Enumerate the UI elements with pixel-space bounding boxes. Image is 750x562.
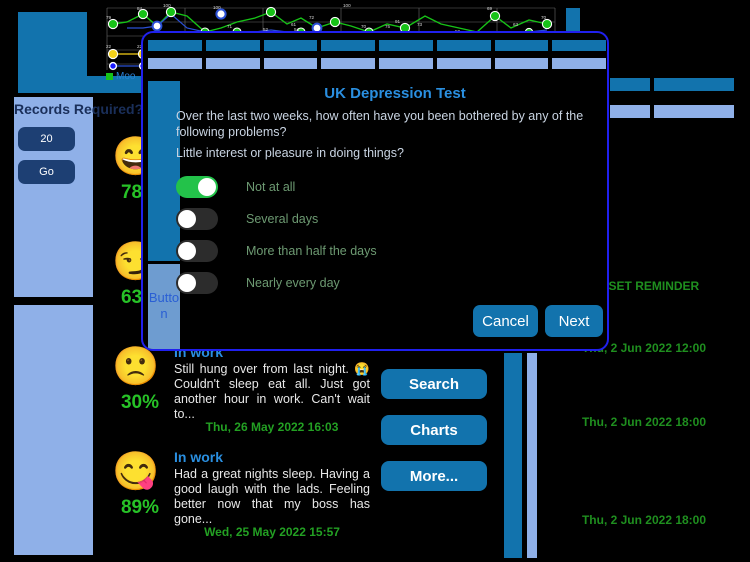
more-button[interactable]: More... — [381, 461, 487, 491]
bar-segment — [205, 40, 260, 51]
bar-segment — [379, 58, 433, 69]
dialog-options-list: Not at all Several days More than half t… — [176, 171, 600, 299]
bar-segment — [263, 58, 318, 69]
record-date: Wed, 25 May 2022 15:57 — [204, 525, 340, 539]
svg-text:79: 79 — [106, 15, 112, 20]
svg-text:84: 84 — [137, 6, 143, 11]
record-body: Had a great nights sleep. Having a good … — [174, 467, 370, 526]
mood-emoji: 🙁 — [112, 346, 160, 388]
svg-text:71: 71 — [227, 24, 233, 29]
svg-text:63: 63 — [513, 22, 519, 27]
bar-segment — [205, 58, 260, 69]
depression-test-dialog: Button UK Depression Test Over the last … — [141, 31, 609, 351]
svg-text:72: 72 — [309, 15, 315, 20]
record-title: In work — [174, 449, 224, 465]
bar-segment — [321, 40, 375, 51]
mood-emoji: 😋 — [112, 451, 160, 493]
bar-segment — [263, 40, 318, 51]
bar-segment — [321, 58, 375, 69]
svg-text:100: 100 — [163, 3, 171, 8]
svg-text:75: 75 — [385, 24, 391, 29]
option-toggle[interactable] — [176, 272, 218, 294]
toggle-knob — [178, 242, 196, 260]
bar-segment — [436, 58, 491, 69]
svg-text:69: 69 — [487, 6, 493, 11]
mood-percent: 30% — [120, 392, 160, 413]
option-label: Not at all — [246, 180, 296, 194]
option-toggle[interactable] — [176, 240, 218, 262]
bar-segment — [379, 40, 433, 51]
option-row[interactable]: Nearly every day — [176, 267, 600, 299]
dialog-intro-text: Over the last two weeks, how often have … — [176, 109, 584, 139]
bar-segment — [148, 40, 202, 51]
option-label: Several days — [246, 212, 319, 226]
bar-segment — [436, 40, 491, 51]
dialog-header-bars — [148, 40, 606, 76]
dialog-bar-row-dark — [148, 40, 606, 51]
alert-when: Thu, 2 Jun 2022 18:00 — [581, 513, 707, 527]
option-row[interactable]: More than half the days — [176, 235, 600, 267]
records-go-button[interactable]: Go — [18, 160, 75, 184]
app-root: 7984 100100 7152 6154 7270 10091 7573 53… — [0, 0, 750, 562]
option-row[interactable]: Several days — [176, 203, 600, 235]
dialog-title: UK Depression Test — [324, 85, 466, 102]
bar-segment — [494, 58, 549, 69]
bar-segment — [552, 58, 606, 69]
option-toggle[interactable] — [176, 208, 218, 230]
toggle-knob — [198, 178, 216, 196]
option-label: Nearly every day — [246, 276, 340, 290]
svg-text:22: 22 — [106, 44, 112, 49]
legend-swatch-mood — [106, 73, 113, 80]
toggle-knob — [178, 210, 196, 228]
chart-legend: Moo — [106, 71, 135, 82]
bar-segment — [494, 40, 549, 51]
scroll-strip-dark[interactable] — [504, 353, 522, 558]
charts-button[interactable]: Charts — [381, 415, 487, 445]
dialog-question-text: Little interest or pleasure in doing thi… — [176, 146, 404, 160]
svg-text:100: 100 — [213, 5, 221, 10]
svg-text:70: 70 — [361, 24, 367, 29]
list-item[interactable]: 🙁 30% In work Still hung over from last … — [96, 340, 381, 445]
records-count-field[interactable]: 20 — [18, 127, 75, 151]
left-lower-panel — [14, 305, 93, 555]
alert-when: Thu, 2 Jun 2022 18:00 — [581, 415, 707, 429]
option-toggle[interactable] — [176, 176, 218, 198]
option-label: More than half the days — [246, 244, 377, 258]
option-row[interactable]: Not at all — [176, 171, 600, 203]
bar-segment — [148, 58, 202, 69]
mood-percent: 89% — [120, 497, 160, 518]
bar-segment — [552, 40, 606, 51]
svg-text:73: 73 — [417, 22, 423, 27]
svg-text:70: 70 — [541, 15, 547, 20]
next-button[interactable]: Next — [545, 305, 603, 337]
record-date: Thu, 26 May 2022 16:03 — [205, 420, 339, 434]
legend-label-mood: Moo — [116, 71, 136, 82]
dialog-bar-row-light — [148, 58, 606, 69]
record-body: Still hung over from last night. 😭 Could… — [174, 362, 370, 421]
svg-text:91: 91 — [395, 19, 401, 24]
toggle-knob — [178, 274, 196, 292]
list-item[interactable]: 😋 89% In work Had a great nights sleep. … — [96, 445, 381, 550]
svg-text:100: 100 — [343, 3, 351, 8]
search-button[interactable]: Search — [381, 369, 487, 399]
cancel-button[interactable]: Cancel — [473, 305, 538, 337]
scroll-strip-light[interactable] — [527, 353, 537, 558]
